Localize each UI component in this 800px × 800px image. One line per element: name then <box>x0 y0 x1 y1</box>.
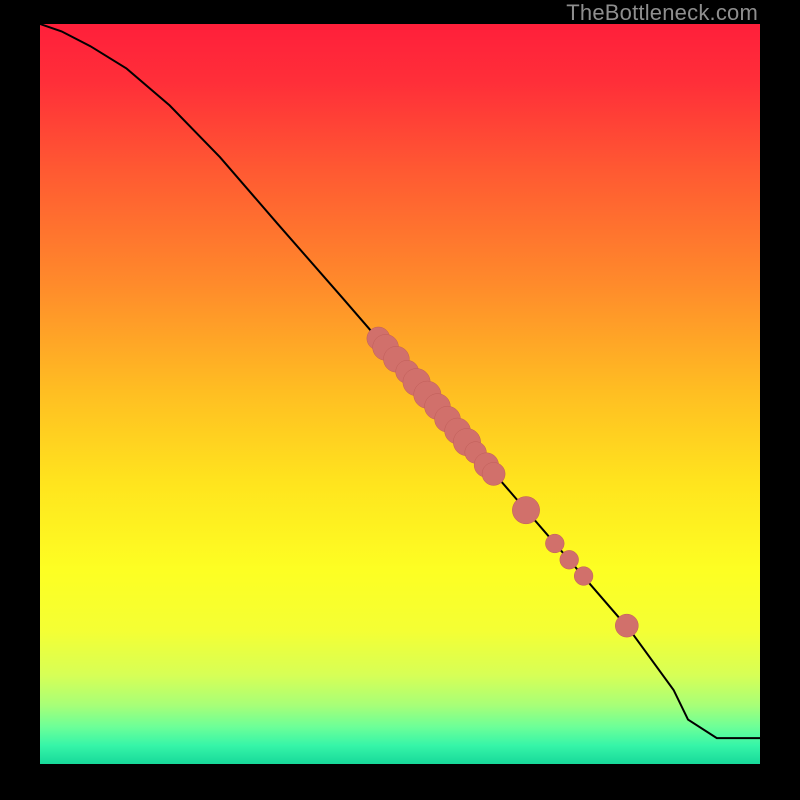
plot-area <box>40 24 760 764</box>
data-marker <box>482 462 505 485</box>
gradient-background <box>40 24 760 764</box>
chart-stage: TheBottleneck.com <box>0 0 800 800</box>
chart-svg <box>40 24 760 764</box>
data-marker <box>560 550 579 569</box>
data-marker <box>574 567 593 586</box>
data-marker <box>545 534 564 553</box>
watermark-text: TheBottleneck.com <box>566 0 758 26</box>
data-marker <box>512 497 539 524</box>
data-marker <box>615 614 638 637</box>
